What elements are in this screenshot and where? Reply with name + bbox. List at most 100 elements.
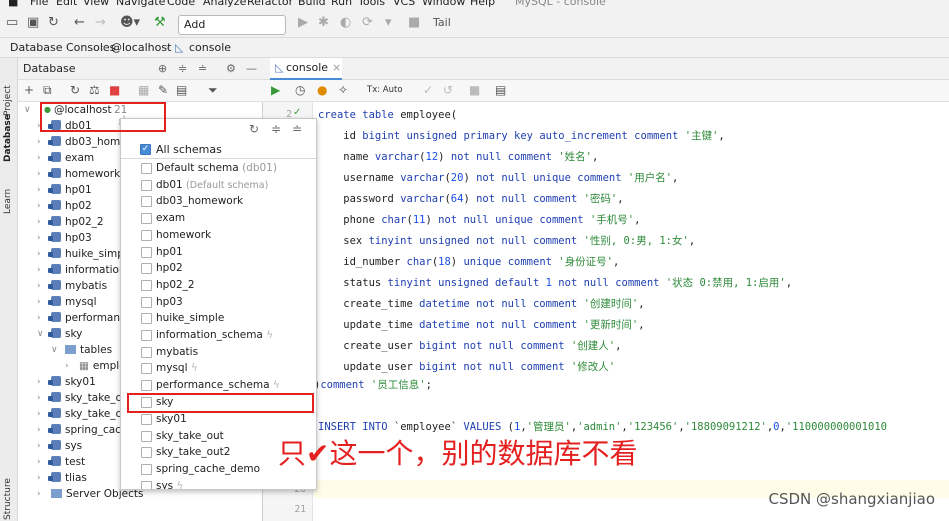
project-tool-tab[interactable]: Project <box>3 85 13 116</box>
table-icon[interactable]: ▦ <box>138 83 149 97</box>
schema-option[interactable]: mysql ϟ <box>141 360 198 377</box>
menu-analyze[interactable]: Analyze <box>203 0 246 8</box>
database-panel-title: Database <box>23 62 76 75</box>
menu-window[interactable]: Window <box>422 0 465 8</box>
close-tab-icon[interactable]: × <box>332 58 341 78</box>
wrench-icon[interactable]: ✧ <box>338 83 348 97</box>
menu-run[interactable]: Run <box>331 0 352 8</box>
tab-console[interactable]: ◺ console × <box>270 58 342 80</box>
menu-tools[interactable]: Tools <box>358 0 385 8</box>
code-line: create_time datetime not null comment '创… <box>318 298 645 310</box>
chevron-down-icon[interactable]: ∨ <box>24 102 31 118</box>
tail-button[interactable]: Tail <box>433 15 451 31</box>
stop-icon[interactable]: ■ <box>408 15 420 31</box>
cancel-query-icon[interactable]: ■ <box>469 83 480 97</box>
schema-option[interactable]: performance_schema ϟ <box>141 377 280 394</box>
history-icon[interactable]: ◷ <box>295 83 305 97</box>
schema-option[interactable]: db01 (Default schema) <box>141 177 268 194</box>
hide-panel-icon[interactable]: — <box>246 58 257 80</box>
user-icon[interactable]: ☻▾ <box>120 15 140 31</box>
schema-option[interactable]: information_schema ϟ <box>141 327 273 344</box>
rollback-icon[interactable]: ↺ <box>443 83 453 97</box>
copy-icon[interactable]: ⧉ <box>43 83 52 98</box>
execute-icon[interactable]: ▶ <box>271 83 280 97</box>
profile-icon[interactable]: ⟳ <box>362 15 373 31</box>
back-icon[interactable]: ← <box>74 15 85 31</box>
schema-option[interactable]: huike_simple <box>141 310 224 327</box>
line-number: 21 <box>294 504 306 515</box>
structure-tool-tab[interactable]: Structure <box>3 478 13 520</box>
lightning-icon: ϟ <box>272 379 280 391</box>
add-configuration-button[interactable]: Add Configuration... <box>178 15 286 49</box>
database-tool-tab[interactable]: Database <box>3 114 13 162</box>
schema-option[interactable]: sys ϟ <box>141 478 183 489</box>
menu-view[interactable]: View <box>83 0 109 8</box>
save-icon[interactable]: ▣ <box>27 15 39 31</box>
explain-plan-icon[interactable]: ● <box>317 83 327 97</box>
schema-option[interactable]: sky_take_out <box>141 428 224 445</box>
refresh-icon[interactable]: ↻ <box>249 122 259 136</box>
main-toolbar: ▭ ▣ ↻ ← → ☻▾ ⚒ Add Configuration... ▶ ✱ … <box>0 8 949 49</box>
checkbox <box>141 431 152 442</box>
learn-tool-tab[interactable]: Learn <box>3 189 13 214</box>
schema-option[interactable]: mybatis <box>141 344 198 361</box>
build-hammer-icon[interactable]: ⚒ <box>154 15 166 31</box>
forward-icon[interactable]: → <box>95 15 106 31</box>
edit-icon[interactable]: ✎ <box>158 83 168 97</box>
schema-option[interactable]: Default schema (db01) <box>141 160 277 177</box>
expand-all-icon[interactable]: ≑ <box>271 122 281 136</box>
schema-option[interactable]: homework <box>141 227 211 244</box>
commit-icon[interactable]: ✓ <box>423 83 433 97</box>
results-layout-icon[interactable]: ▤ <box>495 83 506 97</box>
open-folder-icon[interactable]: ▭ <box>6 15 18 31</box>
menu-vcs[interactable]: VCS <box>393 0 415 8</box>
properties-icon[interactable]: ⚖ <box>89 83 100 97</box>
code-line: status tinyint unsigned default 1 not nu… <box>318 277 793 289</box>
all-schemas-row[interactable]: ✓ All schemas <box>121 140 316 159</box>
folder-icon <box>65 345 76 354</box>
tx-mode-dropdown[interactable]: Tx: Auto <box>367 85 403 95</box>
collapse-all-icon[interactable]: ≐ <box>292 122 302 136</box>
breadcrumb-localhost[interactable]: @localhost <box>111 38 171 58</box>
breadcrumb-console[interactable]: console <box>189 38 231 58</box>
menu-navigate[interactable]: Navigate <box>116 0 165 8</box>
schema-option[interactable]: hp01 <box>141 244 183 261</box>
code-line: username varchar(20) not null unique com… <box>318 172 679 184</box>
schema-icon <box>48 248 61 258</box>
schema-option[interactable]: exam <box>141 210 185 227</box>
disconnect-icon[interactable]: ■ <box>109 83 120 97</box>
coverage-icon[interactable]: ◐ <box>340 15 351 31</box>
checked-checkbox-icon[interactable]: ✓ <box>140 144 151 155</box>
settings-gear-icon[interactable]: ⚙ <box>226 58 236 80</box>
schema-option[interactable]: hp03 <box>141 294 183 311</box>
schema-icon <box>48 280 61 290</box>
globe-icon[interactable]: ⊕ <box>158 58 167 80</box>
menu-refactor[interactable]: Refactor <box>247 0 293 8</box>
dropdown-icon[interactable]: ▾ <box>385 15 392 31</box>
schema-option[interactable]: sky_take_out2 <box>141 444 230 461</box>
menu-edit[interactable]: Edit <box>56 0 77 8</box>
code-line: )comment '员工信息'; <box>314 379 432 391</box>
schema-option[interactable]: spring_cache_demo <box>141 461 260 478</box>
menu-file[interactable]: File <box>30 0 48 8</box>
collapse-all-icon[interactable]: ≐ <box>198 58 207 80</box>
schema-option[interactable]: hp02_2 <box>141 277 195 294</box>
schema-option[interactable]: db03_homework <box>141 193 243 210</box>
menu-help[interactable]: Help <box>470 0 495 8</box>
run-icon[interactable]: ▶ <box>298 15 308 31</box>
checkbox <box>141 163 152 174</box>
breadcrumb-database-consoles[interactable]: Database Consoles <box>10 38 115 58</box>
schema-option[interactable]: hp02 <box>141 260 183 277</box>
menu-build[interactable]: Build <box>298 0 326 8</box>
refresh-icon[interactable]: ↻ <box>70 83 80 97</box>
schema-option[interactable]: sky01 <box>141 411 187 428</box>
menu-code[interactable]: Code <box>167 0 195 8</box>
sync-icon[interactable]: ↻ <box>48 15 59 31</box>
checkbox <box>141 447 152 458</box>
code-line: phone char(11) not null unique comment '… <box>318 214 641 226</box>
expand-all-icon[interactable]: ≑ <box>178 58 187 80</box>
debug-icon[interactable]: ✱ <box>318 15 329 31</box>
console-icon[interactable]: ▤ <box>176 83 187 97</box>
add-icon[interactable]: + <box>24 83 34 97</box>
filter-icon[interactable]: ⏷ <box>208 83 218 98</box>
